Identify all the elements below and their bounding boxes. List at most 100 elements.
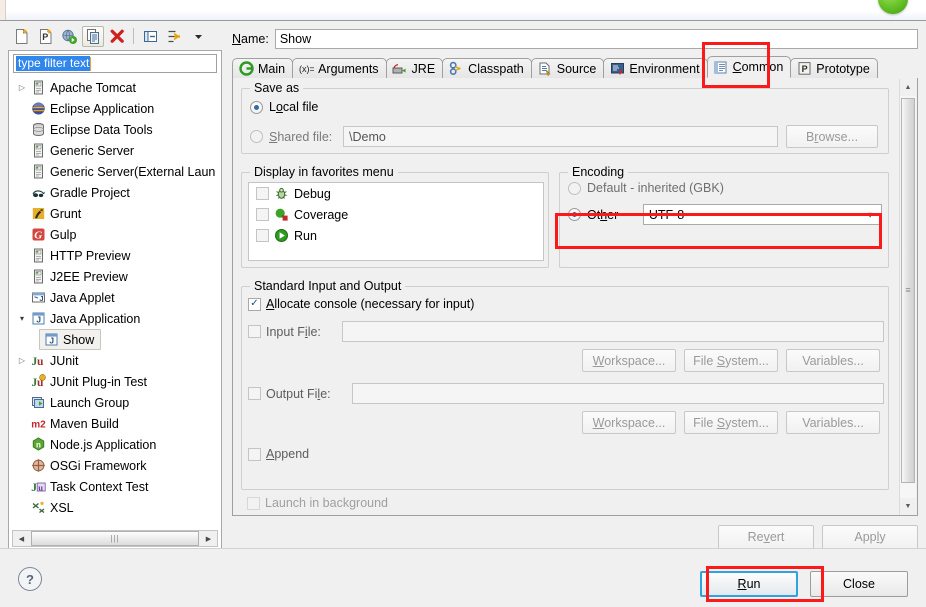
filter-input[interactable]: type filter text [13, 54, 217, 73]
tree-item-grunt[interactable]: Grunt [9, 203, 221, 224]
tree-item-generic-server[interactable]: Generic Server [9, 140, 221, 161]
shared-file-input[interactable]: \Demo [343, 126, 778, 147]
tree-item-j2ee-preview[interactable]: J2EE Preview [9, 266, 221, 287]
tree-item-xsl[interactable]: XSL [9, 497, 221, 518]
launch-configuration-tree[interactable]: ▷ Apache Tomcat Eclipse Application Eclipse… [9, 77, 221, 523]
tree-item-label: Maven Build [50, 416, 119, 431]
input-variables-button[interactable]: Variables... [786, 349, 880, 372]
shared-file-radio[interactable] [250, 130, 263, 143]
tree-item-content: n Node.js Application [29, 437, 156, 453]
tree-item-gradle-project[interactable]: Gradle Project [9, 182, 221, 203]
revert-button-label: Revert [747, 530, 785, 544]
tab-classpath[interactable]: Classpath [442, 58, 532, 78]
append-row[interactable]: Append [248, 447, 309, 461]
tree-item-apache-tomcat[interactable]: ▷ Apache Tomcat [9, 77, 221, 98]
scrollbar-thumb[interactable]: ≡ [901, 98, 915, 483]
tree-item-osgi-framework[interactable]: OSGi Framework [9, 455, 221, 476]
tree-item-eclipse-data-tools[interactable]: Eclipse Data Tools [9, 119, 221, 140]
tree-item-show[interactable]: J Show [9, 329, 221, 350]
tree-expand-arrow-icon[interactable]: ▷ [15, 356, 29, 365]
output-workspace-button[interactable]: Workspace... [582, 411, 676, 434]
scrollbar-track[interactable]: ≡ [900, 96, 916, 498]
browse-button[interactable]: Browse... [786, 125, 878, 148]
scroll-up-arrow-icon[interactable]: ▲ [900, 79, 916, 96]
tree-item-label: OSGi Framework [50, 458, 147, 473]
encoding-default-radio[interactable] [568, 181, 581, 195]
allocate-console-row[interactable]: ✓ Allocate console (necessary for input) [248, 297, 474, 311]
tree-item-junit-plug-in-test[interactable]: Ju JUnit Plug-in Test [9, 371, 221, 392]
xsl-icon [29, 500, 47, 516]
input-file-checkbox[interactable] [248, 325, 261, 338]
revert-button[interactable]: Revert [718, 524, 814, 550]
collapse-all-button[interactable] [139, 26, 161, 47]
encoding-combo[interactable]: UTF-8 ▼ [642, 204, 882, 225]
scroll-left-arrow-icon[interactable]: ◀ [13, 531, 30, 546]
tab-common[interactable]: Common [706, 56, 792, 78]
tab-environment[interactable]: Environment [603, 58, 708, 78]
local-file-radio-row[interactable]: Local file [250, 100, 318, 114]
output-file-system-button[interactable]: File System... [684, 411, 778, 434]
encoding-other-radio[interactable] [568, 208, 581, 221]
tree-expand-arrow-icon[interactable]: ▷ [15, 83, 29, 92]
delete-button[interactable] [106, 26, 128, 47]
gulp-icon: G [29, 227, 47, 243]
run-button[interactable]: Run [700, 571, 798, 597]
clipped-checkbox[interactable] [247, 496, 260, 510]
tree-item-task-context-test[interactable]: Ju Task Context Test [9, 476, 221, 497]
duplicate-button[interactable] [82, 25, 104, 47]
new-launch-configuration-button[interactable] [10, 26, 32, 47]
output-workspace-label: Workspace... [592, 415, 666, 430]
tree-item-node-js-application[interactable]: n Node.js Application [9, 434, 221, 455]
tree-item-content: J2EE Preview [29, 269, 128, 285]
gradle-icon [29, 185, 47, 201]
toolbar-separator [133, 28, 134, 44]
favorites-list[interactable]: Debug Coverage Run [248, 182, 544, 261]
favorites-item-run[interactable]: Run [249, 225, 543, 246]
output-variables-button[interactable]: Variables... [786, 411, 880, 434]
tab-source[interactable]: Source [530, 58, 605, 78]
favorites-item-debug[interactable]: Debug [249, 183, 543, 204]
output-file-input[interactable] [351, 383, 884, 404]
tab-prototype[interactable]: P Prototype [790, 58, 878, 78]
tree-item-eclipse-application[interactable]: Eclipse Application [9, 98, 221, 119]
tree-item-http-preview[interactable]: HTTP Preview [9, 245, 221, 266]
local-file-radio[interactable] [250, 100, 263, 114]
filter-button[interactable] [163, 26, 185, 47]
tree-item-maven-build[interactable]: m2 Maven Build [9, 413, 221, 434]
name-input[interactable]: Show [274, 29, 918, 49]
tree-horizontal-scrollbar[interactable]: ◀ ||| ▶ [12, 530, 218, 547]
append-checkbox[interactable] [248, 447, 261, 461]
output-file-checkbox[interactable] [248, 387, 261, 400]
scrollbar-thumb[interactable]: ||| [31, 531, 199, 546]
tree-collapse-arrow-icon[interactable]: ▾ [15, 314, 29, 323]
input-file-row: Input File: [248, 321, 884, 342]
tab-main[interactable]: Main [232, 58, 294, 78]
tree-item-launch-group[interactable]: Launch Group [9, 392, 221, 413]
help-question-icon[interactable]: ? [18, 567, 42, 591]
favorites-item-coverage[interactable]: Coverage [249, 204, 543, 225]
close-button[interactable]: Close [810, 571, 908, 597]
tree-item-java-application[interactable]: ▾ J Java Application [9, 308, 221, 329]
tab-jre[interactable]: JRE [385, 58, 444, 78]
input-file-input[interactable] [341, 321, 884, 342]
input-file-system-button[interactable]: File System... [684, 349, 778, 372]
favorites-run-checkbox[interactable] [256, 229, 269, 242]
favorites-debug-checkbox[interactable] [256, 187, 269, 200]
output-variables-label: Variables... [802, 415, 864, 430]
tree-item-junit[interactable]: ▷ Ju JUnit [9, 350, 221, 371]
apply-button[interactable]: Apply [822, 524, 918, 550]
favorites-coverage-checkbox[interactable] [256, 208, 269, 221]
content-vertical-scrollbar[interactable]: ▲ ≡ ▼ [899, 79, 916, 515]
tree-item-generic-server-external-laun[interactable]: Generic Server(External Laun [9, 161, 221, 182]
scroll-right-arrow-icon[interactable]: ▶ [200, 531, 217, 546]
allocate-console-checkbox[interactable]: ✓ [248, 297, 261, 311]
export-button[interactable] [58, 26, 80, 47]
scroll-down-arrow-icon[interactable]: ▼ [900, 498, 916, 515]
input-workspace-button[interactable]: Workspace... [582, 349, 676, 372]
tree-item-gulp[interactable]: G Gulp [9, 224, 221, 245]
tree-item-java-applet[interactable]: J Java Applet [9, 287, 221, 308]
new-prototype-button[interactable]: P [34, 26, 56, 47]
encoding-default-row[interactable]: Default - inherited (GBK) [568, 181, 724, 195]
view-menu-button[interactable] [187, 26, 209, 47]
tab-arguments[interactable]: (x)= Arguments [292, 58, 387, 78]
